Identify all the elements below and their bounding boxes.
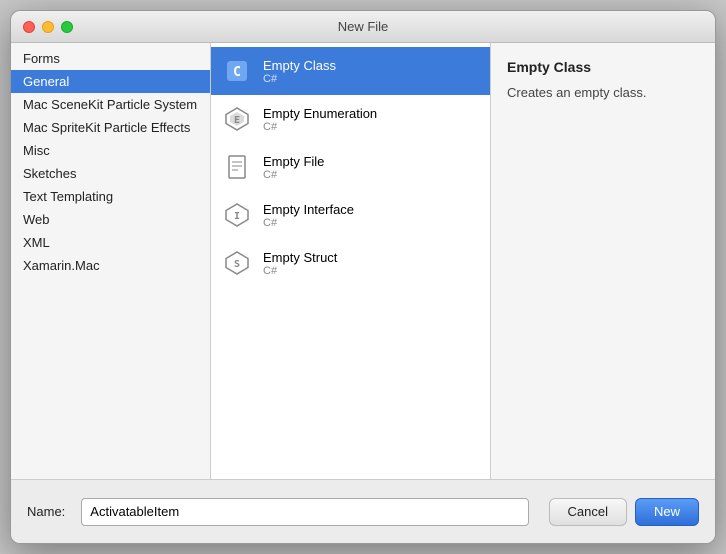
maximize-button[interactable] — [61, 21, 73, 33]
sidebar-item-general[interactable]: General — [11, 70, 210, 93]
file-item-subtitle: C# — [263, 73, 336, 85]
file-icon-enum: E — [221, 103, 253, 135]
description-body: Creates an empty class. — [507, 83, 699, 103]
sidebar-item-sketches[interactable]: Sketches — [11, 162, 210, 185]
file-icon-file — [221, 151, 253, 183]
svg-text:S: S — [234, 259, 240, 270]
sidebar-item-mac-spritekit[interactable]: Mac SpriteKit Particle Effects — [11, 116, 210, 139]
name-input[interactable] — [81, 498, 528, 526]
svg-text:I: I — [234, 211, 240, 222]
file-item-subtitle: C# — [263, 169, 324, 181]
description-panel: Empty Class Creates an empty class. — [491, 43, 715, 479]
sidebar-item-web[interactable]: Web — [11, 208, 210, 231]
window-title: New File — [338, 19, 389, 34]
file-item-subtitle: C# — [263, 121, 377, 133]
file-item-title: Empty Interface — [263, 202, 354, 217]
file-item-empty-struct[interactable]: S Empty StructC# — [211, 239, 490, 287]
sidebar-item-xml[interactable]: XML — [11, 231, 210, 254]
svg-text:E: E — [234, 115, 240, 126]
svg-text:C: C — [233, 65, 241, 80]
file-item-subtitle: C# — [263, 265, 337, 277]
bottom-bar: Name: Cancel New — [11, 479, 715, 543]
name-label: Name: — [27, 504, 65, 519]
content-area: FormsGeneralMac SceneKit Particle System… — [11, 43, 715, 479]
description-title: Empty Class — [507, 59, 699, 75]
file-item-title: Empty Enumeration — [263, 106, 377, 121]
sidebar-item-text-templating[interactable]: Text Templating — [11, 185, 210, 208]
file-item-title: Empty Struct — [263, 250, 337, 265]
sidebar-item-misc[interactable]: Misc — [11, 139, 210, 162]
file-item-title: Empty File — [263, 154, 324, 169]
file-list: C Empty ClassC# E Empty EnumerationC# Em… — [211, 43, 491, 479]
file-item-empty-interface[interactable]: I Empty InterfaceC# — [211, 191, 490, 239]
file-item-subtitle: C# — [263, 217, 354, 229]
action-buttons: Cancel New — [549, 498, 699, 526]
close-button[interactable] — [23, 21, 35, 33]
window-controls — [23, 21, 73, 33]
sidebar: FormsGeneralMac SceneKit Particle System… — [11, 43, 211, 479]
sidebar-item-mac-scenekit[interactable]: Mac SceneKit Particle System — [11, 93, 210, 116]
file-item-title: Empty Class — [263, 58, 336, 73]
file-icon-class: C — [221, 55, 253, 87]
sidebar-item-xamarin-mac[interactable]: Xamarin.Mac — [11, 254, 210, 277]
main-window: New File FormsGeneralMac SceneKit Partic… — [10, 10, 716, 544]
file-icon-interface: I — [221, 199, 253, 231]
file-icon-struct: S — [221, 247, 253, 279]
sidebar-item-forms[interactable]: Forms — [11, 47, 210, 70]
file-item-empty-file[interactable]: Empty FileC# — [211, 143, 490, 191]
file-item-empty-class[interactable]: C Empty ClassC# — [211, 47, 490, 95]
titlebar: New File — [11, 11, 715, 43]
minimize-button[interactable] — [42, 21, 54, 33]
cancel-button[interactable]: Cancel — [549, 498, 627, 526]
new-button[interactable]: New — [635, 498, 699, 526]
file-item-empty-enumeration[interactable]: E Empty EnumerationC# — [211, 95, 490, 143]
